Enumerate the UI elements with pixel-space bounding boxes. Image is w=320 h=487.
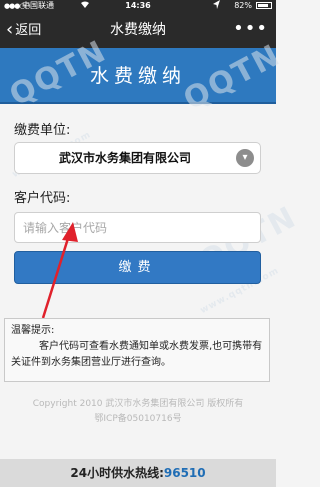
tips-title: 温馨提示: (11, 325, 55, 336)
copyright-line: Copyright 2010 武汉市水务集团有限公司 版权所有 (32, 399, 244, 409)
page-header: 水费缴纳 (0, 48, 276, 104)
tips-text: 客户代码可查看水费通知单或水费发票,也可携带有关证件到水务集团营业厅进行查询。 (11, 341, 263, 368)
tips-box: 温馨提示: 客户代码可查看水费通知单或水费发票,也可携带有关证件到水务集团营业厅… (4, 318, 270, 382)
hotline-label: 24小时供水热线: (70, 466, 164, 480)
hotline-phone-link[interactable]: 96510 (164, 466, 206, 480)
copyright: Copyright 2010 武汉市水务集团有限公司 版权所有 鄂ICP备050… (8, 397, 268, 427)
hotline-footer: 24小时供水热线:96510 (0, 459, 276, 487)
page-title: 水费缴纳 (89, 65, 186, 87)
unit-select[interactable]: 武汉市水务集团有限公司 ▾ (14, 142, 261, 174)
customer-code-label: 客户代码: (14, 191, 71, 206)
navigation-bar: ‹ 返回 水费缴纳 ••• (0, 12, 276, 48)
unit-select-value: 武汉市水务集团有限公司 (58, 151, 191, 165)
pay-button[interactable]: 缴费 (14, 251, 261, 284)
status-bar: ●●●○○ 中国联通 14:36 82% (0, 0, 276, 12)
chevron-down-icon: ▾ (236, 149, 254, 167)
customer-code-input[interactable] (14, 212, 261, 243)
battery-icon (256, 2, 272, 9)
more-options-icon[interactable]: ••• (233, 12, 268, 46)
icp-number: 鄂ICP备05010716号 (94, 414, 182, 424)
unit-label: 缴费单位: (14, 123, 71, 138)
battery-percentage: 82% (234, 1, 252, 10)
